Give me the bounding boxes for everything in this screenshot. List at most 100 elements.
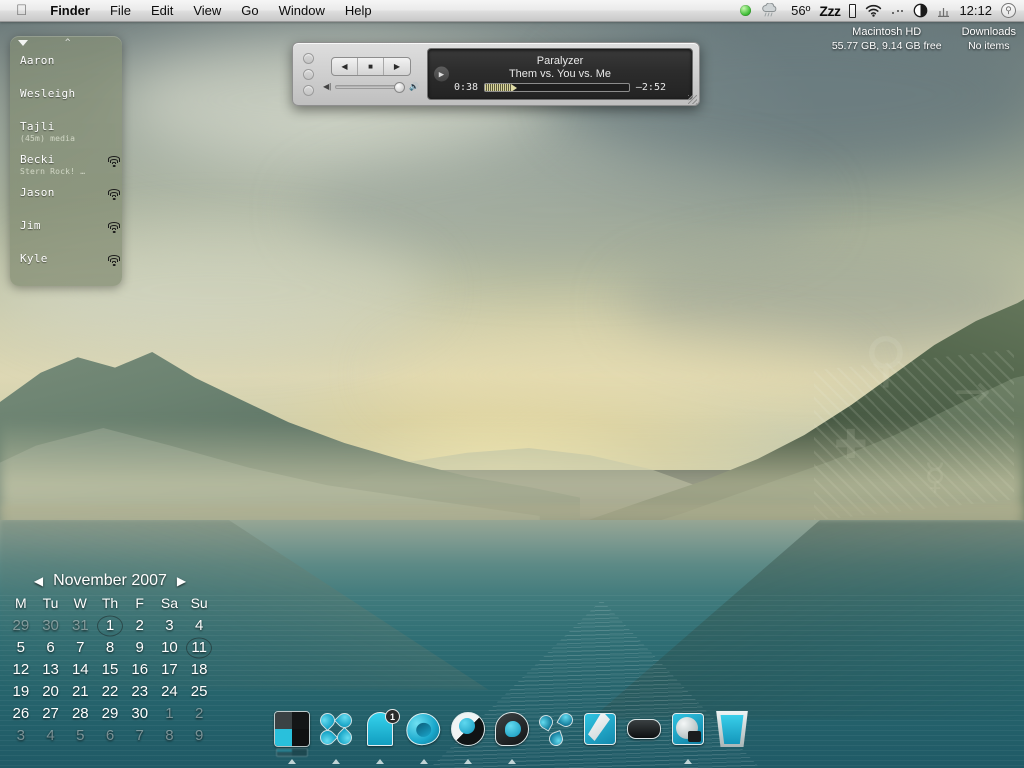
menu-item-help[interactable]: Help (335, 0, 382, 21)
calendar-day[interactable]: 13 (36, 660, 66, 679)
calendar-day[interactable]: 30 (36, 616, 66, 635)
calendar-day[interactable]: 21 (65, 682, 95, 701)
menu-item-finder[interactable]: Finder (40, 0, 100, 21)
menu-item-go[interactable]: Go (231, 0, 268, 21)
calendar-day[interactable]: 2 (184, 704, 214, 723)
progress-bar[interactable] (484, 83, 630, 92)
calendar-day[interactable]: 6 (95, 726, 125, 745)
zoom-button[interactable] (302, 84, 314, 96)
calendar-day[interactable]: 23 (125, 682, 155, 701)
calendar-day[interactable]: 1 (155, 704, 185, 723)
calendar-day[interactable]: 5 (65, 726, 95, 745)
caret-up-icon[interactable]: ^ (65, 38, 70, 48)
calendar-day[interactable]: 11 (184, 638, 214, 657)
buddy-row-kyle[interactable]: Kyle (10, 250, 122, 283)
resize-grip-icon[interactable] (688, 95, 697, 104)
buddy-row-aaron[interactable]: Aaron (10, 52, 122, 85)
finder-icon[interactable] (274, 711, 310, 747)
disk-icon[interactable] (670, 711, 706, 747)
display-brightness-icon[interactable] (913, 3, 928, 18)
calendar-widget[interactable]: ◀ November 2007 ▶ M Tu W Th F Sa Su 29 3… (6, 572, 214, 745)
buddy-list-widget[interactable]: ^ Aaron Wesleigh Tajli (45m) media Becki… (10, 36, 122, 286)
next-month-button[interactable]: ▶ (177, 574, 186, 588)
calendar-day[interactable]: 3 (6, 726, 36, 745)
menu-item-window[interactable]: Window (269, 0, 335, 21)
progress-bar-playhead[interactable] (510, 84, 517, 91)
calendar-day[interactable]: 19 (6, 682, 36, 701)
buddy-row-wesleigh[interactable]: Wesleigh (10, 85, 122, 118)
buddy-row-jim[interactable]: Jim (10, 217, 122, 250)
calendar-day[interactable]: 16 (125, 660, 155, 679)
menu-bar-clock[interactable]: 12:12 (959, 3, 992, 18)
dock-item-mail[interactable]: 1 (362, 709, 400, 764)
buddy-row-jason[interactable]: Jason (10, 184, 122, 217)
pill-icon[interactable] (626, 711, 662, 747)
volume-slider[interactable] (335, 81, 406, 93)
volume-control[interactable]: ◀| 🔊 (323, 81, 419, 93)
wifi-icon[interactable] (865, 4, 882, 17)
calendar-day[interactable]: 22 (95, 682, 125, 701)
calendar-day[interactable]: 2 (125, 616, 155, 635)
dock-item-spaces[interactable] (316, 709, 356, 764)
calendar-day[interactable]: 3 (155, 616, 185, 635)
buddy-row-becki[interactable]: Becki Stern Rock! … (10, 151, 122, 184)
clover-icon[interactable] (316, 709, 356, 749)
calendar-day[interactable]: 18 (184, 660, 214, 679)
dock-item-disk-utility[interactable] (670, 711, 706, 764)
calendar-day[interactable]: 6 (36, 638, 66, 657)
dock-item-safari[interactable] (403, 709, 443, 764)
apple-logo-icon[interactable]:  (0, 0, 40, 21)
calendar-day[interactable]: 15 (95, 660, 125, 679)
next-button[interactable]: ▶ (384, 58, 410, 75)
quill-icon[interactable] (582, 711, 618, 747)
calendar-day[interactable]: 30 (125, 704, 155, 723)
itunes-mini-player-window[interactable]: ◀ ■ ▶ ◀| 🔊 ▶ Paralyzer Them vs. You vs. … (292, 42, 700, 106)
calendar-day[interactable]: 4 (184, 616, 214, 635)
signal-meter-icon[interactable] (937, 5, 950, 17)
close-button[interactable] (302, 52, 314, 64)
previous-button[interactable]: ◀ (332, 58, 358, 75)
tri-leaf-icon[interactable] (536, 710, 576, 748)
minimize-button[interactable] (302, 68, 314, 80)
search-icon[interactable]: ⚲ (1001, 3, 1016, 18)
dock-item-terminal[interactable] (626, 711, 662, 764)
previous-month-button[interactable]: ◀ (34, 574, 43, 588)
dock-item-quicksilver[interactable] (494, 711, 530, 764)
yin-yang-icon[interactable] (450, 711, 486, 747)
calendar-day[interactable]: 26 (6, 704, 36, 723)
calendar-day[interactable]: 29 (95, 704, 125, 723)
mail-icon[interactable]: 1 (362, 709, 400, 747)
stop-button[interactable]: ■ (358, 58, 384, 75)
trash-icon[interactable] (714, 711, 750, 747)
calendar-day[interactable]: 5 (6, 638, 36, 657)
calendar-day[interactable]: 27 (36, 704, 66, 723)
caffeine-icon[interactable]: Zzz (819, 3, 841, 19)
calendar-day[interactable]: 10 (155, 638, 185, 657)
bluetooth-dots-icon[interactable] (891, 6, 904, 16)
calendar-day[interactable]: 20 (36, 682, 66, 701)
menu-item-view[interactable]: View (183, 0, 231, 21)
volume-slider-knob[interactable] (394, 81, 406, 93)
desktop-icon-downloads[interactable]: Downloads No items (962, 26, 1016, 53)
green-status-dot-icon[interactable] (740, 5, 752, 16)
calendar-day[interactable]: 7 (125, 726, 155, 745)
dock-item-trash[interactable] (714, 709, 750, 764)
calendar-day[interactable]: 8 (155, 726, 185, 745)
calendar-day[interactable]: 25 (184, 682, 214, 701)
buddy-row-tajli[interactable]: Tajli (45m) media (10, 118, 122, 151)
dock-item-transmission[interactable] (536, 710, 576, 764)
triangle-down-icon[interactable] (18, 40, 28, 46)
safari-icon[interactable] (403, 709, 443, 749)
calendar-day[interactable]: 29 (6, 616, 36, 635)
dock-item-adium[interactable] (450, 711, 486, 764)
quicksilver-icon[interactable] (494, 711, 530, 747)
desktop-icon-macintosh-hd[interactable]: Macintosh HD 55.77 GB, 9.14 GB free (832, 26, 942, 53)
rain-cloud-icon[interactable] (760, 3, 780, 18)
calendar-day[interactable]: 28 (65, 704, 95, 723)
calendar-day[interactable]: 14 (65, 660, 95, 679)
dock-item-textedit[interactable] (582, 711, 618, 764)
menu-item-edit[interactable]: Edit (141, 0, 183, 21)
calendar-day[interactable]: 9 (184, 726, 214, 745)
calendar-day[interactable]: 17 (155, 660, 185, 679)
calendar-day[interactable]: 24 (155, 682, 185, 701)
